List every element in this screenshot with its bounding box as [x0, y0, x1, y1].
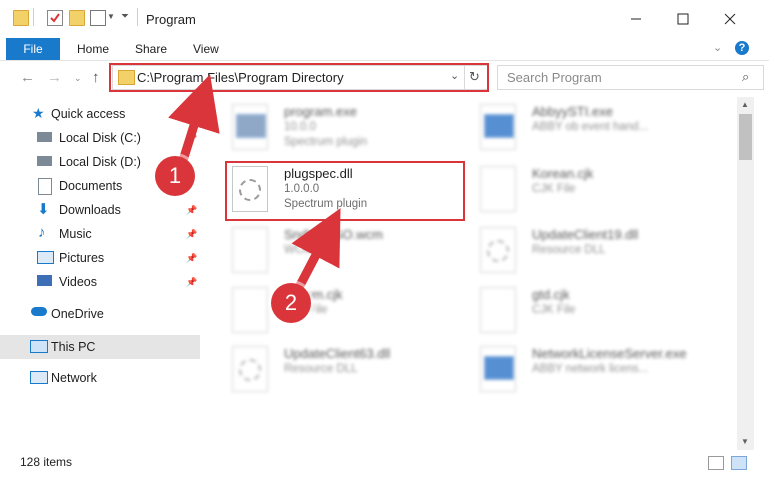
- step-1-marker: 1: [155, 156, 195, 196]
- annotation-arrows: [168, 74, 341, 300]
- step-2-marker: 2: [271, 283, 311, 323]
